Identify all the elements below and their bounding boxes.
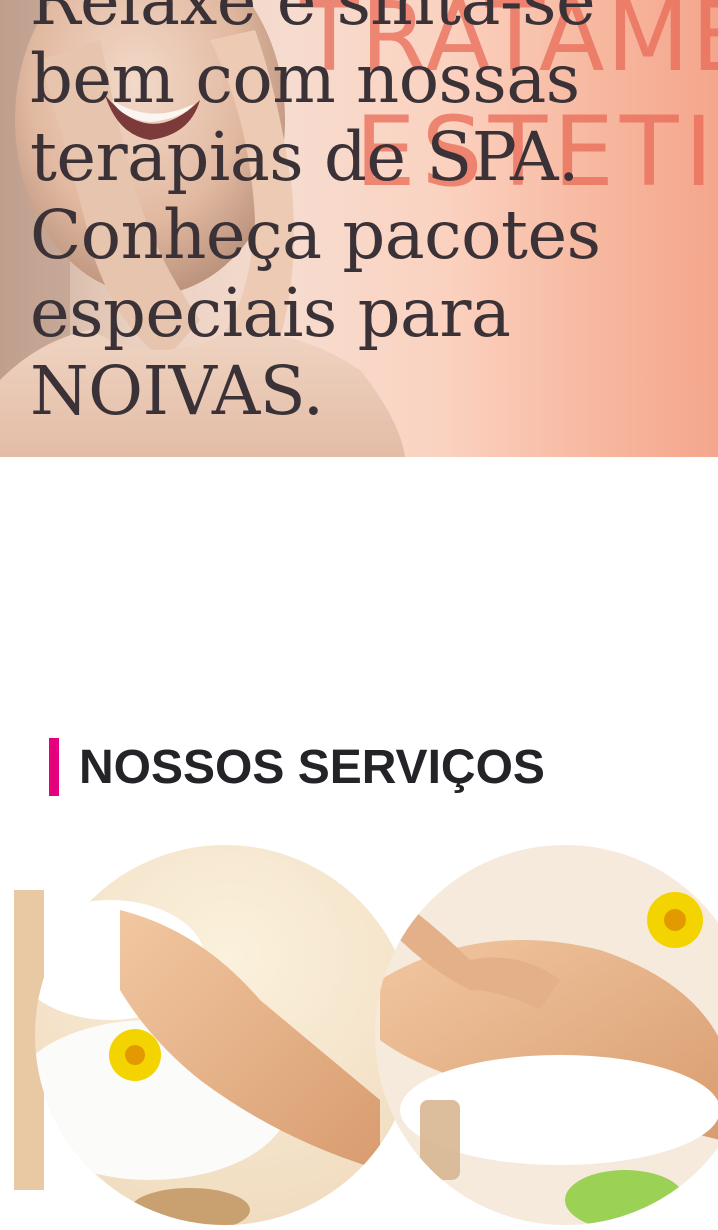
title-accent-bar [49,738,59,796]
services-photo [14,845,718,1225]
services-heading: NOSSOS SERVIÇOS [79,740,545,794]
hero-headline: Relaxe e sinta-se bem com nossas terapia… [30,0,601,430]
section-title: NOSSOS SERVIÇOS [49,738,545,796]
page: TRATAMENTOS ESTETICOS Relaxe e sinta-se … [0,0,718,1230]
hero-banner: TRATAMENTOS ESTETICOS Relaxe e sinta-se … [0,0,718,457]
services-carousel[interactable] [0,840,718,1230]
